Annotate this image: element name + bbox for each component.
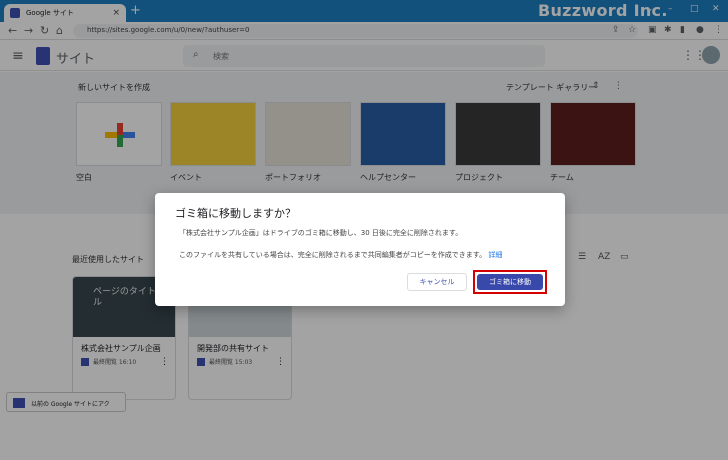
- dialog-message: 「株式会社サンプル企画」はドライブのゴミ箱に移動し、30 日後に完全に削除されま…: [179, 229, 463, 237]
- move-to-trash-dialog: ゴミ箱に移動しますか？ 「株式会社サンプル企画」はドライブのゴミ箱に移動し、30…: [155, 193, 565, 306]
- dialog-title: ゴミ箱に移動しますか？: [175, 207, 296, 220]
- cancel-button[interactable]: キャンセル: [407, 273, 467, 291]
- highlight-box: ゴミ箱に移動: [473, 270, 547, 294]
- details-link[interactable]: 詳細: [488, 251, 502, 259]
- dialog-share-note: このファイルを共有している場合は、完全に削除されるまで共同編集者がコピーを作成で…: [179, 251, 503, 259]
- move-to-trash-button[interactable]: ゴミ箱に移動: [477, 274, 543, 290]
